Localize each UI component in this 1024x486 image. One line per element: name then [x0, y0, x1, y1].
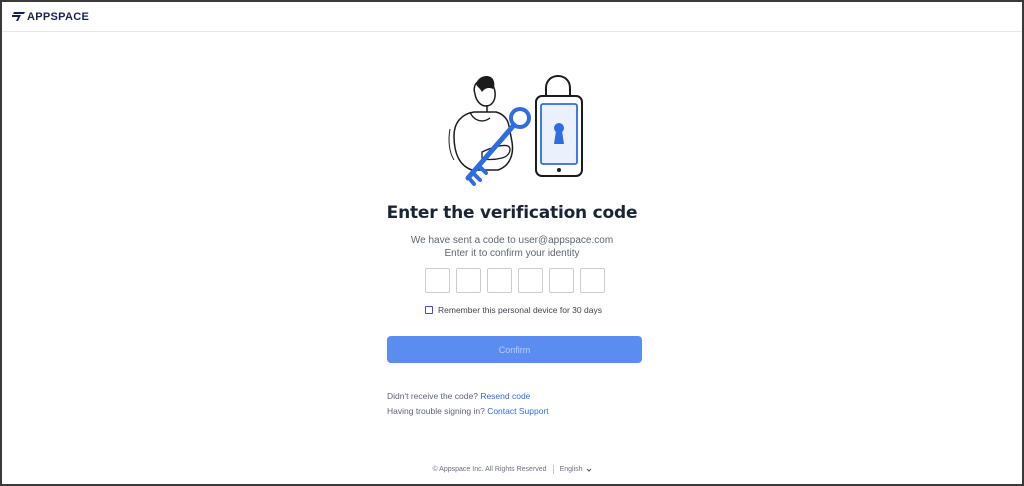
code-digit-2[interactable]	[456, 268, 481, 293]
page-frame: APPSPACE Enter the verification code We …	[0, 0, 1024, 486]
verification-code-inputs	[425, 268, 605, 293]
top-bar: APPSPACE	[2, 2, 1022, 32]
code-digit-5[interactable]	[549, 268, 574, 293]
resend-code-prompt: Didn't receive the code?	[387, 391, 478, 401]
padlock-phone-icon	[535, 74, 583, 177]
language-selector[interactable]: English	[560, 466, 592, 473]
copyright-text: © Appspace Inc. All Rights Reserved	[432, 466, 547, 473]
footer: © Appspace Inc. All Rights Reserved Engl…	[2, 465, 1022, 474]
subtitle-line-instruction: Enter it to confirm your identity	[444, 248, 580, 259]
subtitle: We have sent a code to user@appspace.com…	[2, 234, 1022, 260]
resend-code-link[interactable]: Resend code	[480, 391, 530, 401]
verification-illustration	[448, 74, 583, 186]
code-digit-1[interactable]	[425, 268, 450, 293]
appspace-logo[interactable]: APPSPACE	[12, 11, 89, 23]
confirm-button[interactable]: Confirm	[387, 336, 642, 363]
contact-support-link[interactable]: Contact Support	[487, 406, 548, 416]
person-icon	[448, 76, 514, 171]
code-digit-3[interactable]	[487, 268, 512, 293]
code-digit-4[interactable]	[518, 268, 543, 293]
resend-code-row: Didn't receive the code? Resend code	[387, 391, 530, 401]
contact-support-prompt: Having trouble signing in?	[387, 406, 485, 416]
chevron-down-icon	[586, 468, 591, 472]
contact-support-row: Having trouble signing in? Contact Suppo…	[387, 406, 549, 416]
appspace-logo-icon	[12, 11, 25, 21]
footer-divider	[552, 465, 554, 474]
language-label: English	[559, 466, 583, 473]
page-title: Enter the verification code	[386, 203, 638, 223]
remember-device-option[interactable]: Remember this personal device for 30 day…	[425, 305, 602, 315]
subtitle-line-email: We have sent a code to user@appspace.com	[410, 235, 614, 246]
code-digit-6[interactable]	[580, 268, 605, 293]
remember-device-label: Remember this personal device for 30 day…	[438, 305, 602, 315]
remember-device-checkbox[interactable]	[425, 306, 433, 314]
brand-name: APPSPACE	[27, 10, 90, 23]
